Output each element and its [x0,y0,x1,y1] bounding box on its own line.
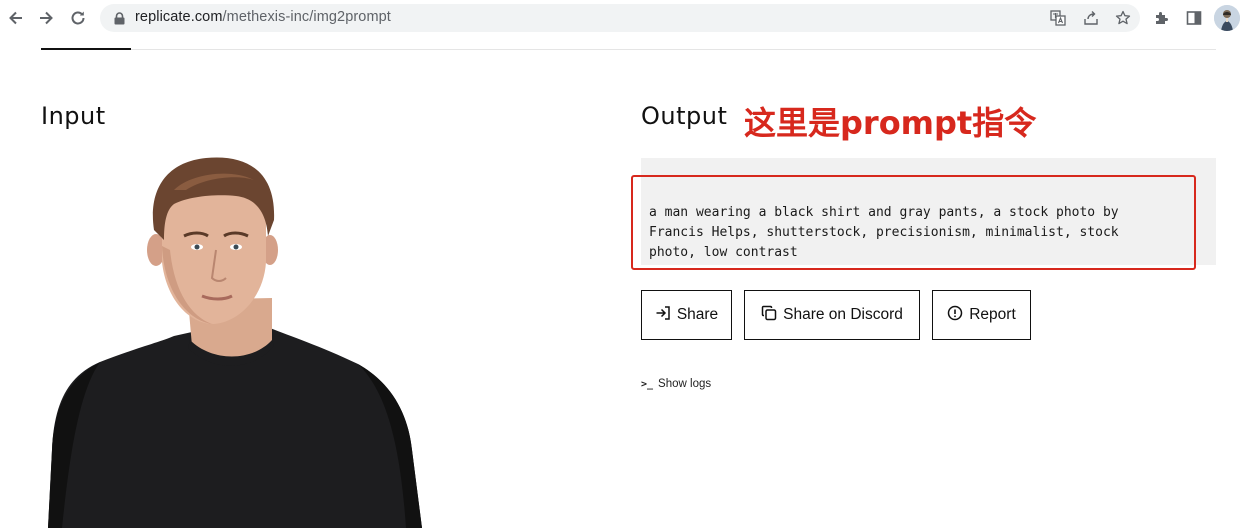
show-logs-label: Show logs [658,378,712,390]
share-on-discord-button[interactable]: Share on Discord [744,290,920,340]
input-image [40,150,440,528]
reload-icon[interactable] [66,6,90,30]
share-page-icon[interactable] [1081,8,1101,28]
share-button[interactable]: Share [641,290,732,340]
forward-icon[interactable] [34,6,58,30]
back-icon[interactable] [4,6,28,30]
bookmark-star-icon[interactable] [1113,8,1133,28]
output-heading: Output [641,102,728,130]
share-icon [655,305,671,326]
alert-circle-icon [947,305,963,326]
extensions-icon[interactable] [1150,6,1174,30]
show-logs-toggle[interactable]: >_ Show logs [641,378,711,390]
prompt-annotation: 这里是prompt指令 [744,104,1037,142]
report-button[interactable]: Report [932,290,1031,340]
side-panel-icon[interactable] [1182,6,1206,30]
terminal-icon: >_ [641,378,654,390]
url-host: replicate.com [135,9,223,25]
profile-avatar[interactable] [1214,5,1240,31]
share-label: Share [676,306,719,323]
copy-icon [761,305,777,326]
url-path: /methexis-inc/img2prompt [222,9,391,25]
translate-icon[interactable] [1048,8,1068,28]
input-heading: Input [41,102,106,130]
annotation-highlight-frame [631,175,1196,270]
report-label: Report [969,306,1016,323]
share-on-discord-label: Share on Discord [783,306,903,323]
address-bar[interactable]: replicate.com/methexis-inc/img2prompt [100,4,1140,32]
tab-divider [41,49,1216,50]
active-tab-indicator [41,48,131,50]
lock-icon[interactable] [112,11,126,25]
browser-toolbar: replicate.com/methexis-inc/img2prompt [0,0,1244,36]
url-text: replicate.com/methexis-inc/img2prompt [135,9,391,25]
